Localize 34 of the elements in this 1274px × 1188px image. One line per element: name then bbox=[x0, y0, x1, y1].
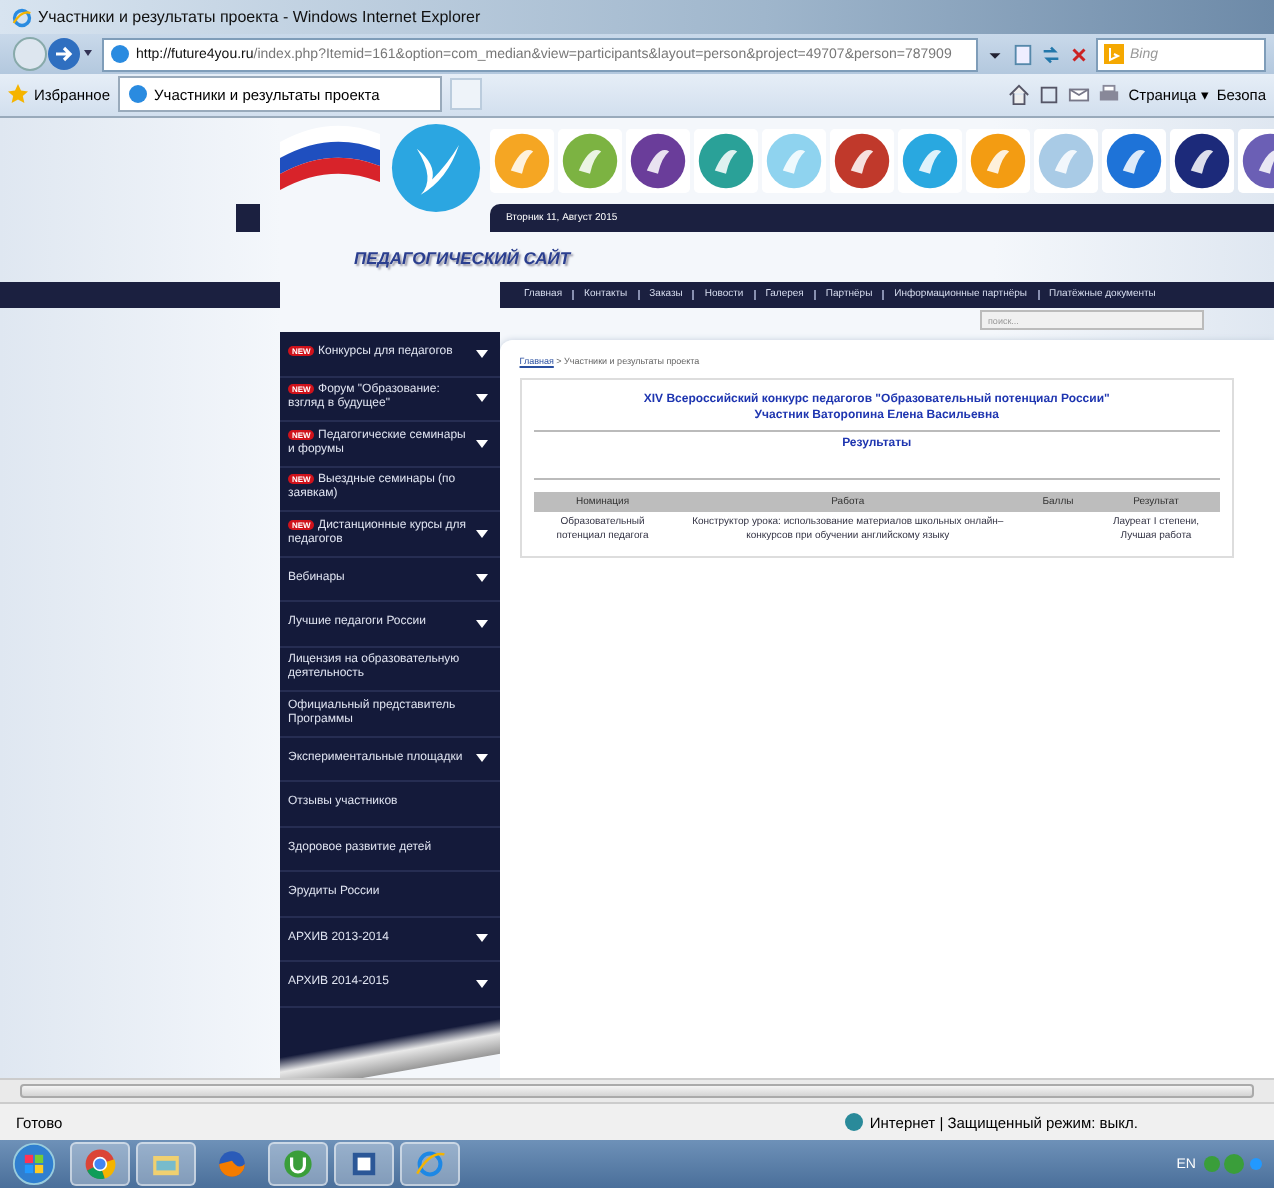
caret-icon bbox=[475, 754, 488, 763]
caret-icon bbox=[475, 619, 488, 628]
round-logo-icon bbox=[84, 1148, 116, 1180]
print-icon[interactable] bbox=[1098, 83, 1121, 106]
taskbar-app[interactable] bbox=[70, 1142, 130, 1186]
flag-drawing bbox=[280, 122, 380, 190]
site-icon bbox=[128, 84, 149, 105]
home-icon[interactable] bbox=[1008, 83, 1031, 106]
close-icon[interactable] bbox=[1068, 43, 1090, 66]
caret-icon bbox=[475, 574, 488, 583]
search-engine-icon bbox=[1104, 44, 1124, 65]
bird-logo-icon bbox=[390, 122, 482, 214]
caret-icon bbox=[475, 979, 488, 988]
back-forward-icon[interactable] bbox=[8, 36, 96, 73]
e-logo-icon bbox=[414, 1148, 446, 1180]
u-logo-icon bbox=[282, 1148, 314, 1180]
mail-icon[interactable] bbox=[1068, 83, 1091, 106]
caret-icon bbox=[475, 394, 488, 403]
feed-icon[interactable] bbox=[1038, 83, 1061, 106]
caret-icon bbox=[475, 934, 488, 943]
window-title: Участники и результаты проекта - Windows Internet Explorer bbox=[38, 8, 481, 27]
caret-icon bbox=[475, 529, 488, 538]
caret-icon bbox=[475, 439, 488, 448]
header-bar bbox=[236, 204, 260, 232]
site-title: ПЕДАГОГИЧЕСКИЙ САЙТ bbox=[354, 248, 571, 268]
taskbar-app[interactable] bbox=[268, 1142, 328, 1186]
horizontal-scrollbar[interactable] bbox=[0, 1078, 1274, 1102]
caret-icon bbox=[475, 349, 488, 358]
document-icon bbox=[348, 1148, 380, 1180]
browser-logo-icon bbox=[12, 7, 32, 28]
start-button[interactable] bbox=[12, 1142, 56, 1186]
refresh-icon[interactable] bbox=[1040, 43, 1062, 66]
taskbar-app[interactable] bbox=[334, 1142, 394, 1186]
star-icon bbox=[8, 84, 28, 105]
